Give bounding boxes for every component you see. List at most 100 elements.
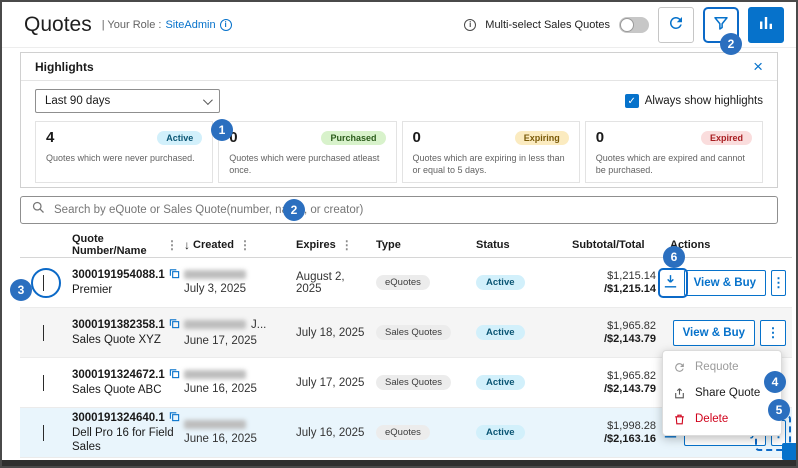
role-info-icon[interactable] [220, 19, 232, 31]
quote-type-badge: Sales Quotes [376, 325, 451, 340]
requote-icon [673, 361, 687, 374]
close-icon[interactable] [753, 58, 763, 75]
role-info: | Your Role : SiteAdmin [102, 19, 232, 31]
view-buy-button[interactable]: View & Buy [673, 320, 755, 346]
quotes-page: Quotes | Your Role : SiteAdmin Multi-sel… [0, 0, 798, 468]
expires-date: August 2, 2025 [296, 271, 345, 295]
page-header: Quotes | Your Role : SiteAdmin Multi-sel… [2, 2, 796, 48]
checkbox-checked-icon[interactable] [625, 94, 639, 108]
column-menu-icon[interactable] [166, 238, 178, 252]
chevron-down-icon [203, 95, 213, 105]
role-prefix: | Your Role : [102, 19, 162, 31]
column-menu-icon[interactable] [341, 238, 353, 252]
view-buy-button[interactable]: View & Buy [684, 270, 766, 296]
redacted-creator [184, 270, 246, 279]
expires-date: July 17, 2025 [296, 377, 364, 389]
chart-view-button[interactable] [748, 7, 784, 43]
highlight-card-purchased: 0 Purchased Quotes which were purchased … [218, 121, 396, 183]
column-header-type: Type [376, 239, 401, 251]
sort-desc-icon[interactable] [184, 238, 190, 252]
column-header-subtotal: Subtotal/Total [572, 239, 645, 251]
callout-2-search: 2 [283, 199, 305, 221]
total-value: /$2,163.16 [572, 433, 656, 445]
refresh-button[interactable] [658, 7, 694, 43]
menu-item-label: Requote [695, 361, 738, 373]
status-badge: Active [476, 275, 525, 290]
subtotal-value: $1,998.28 [572, 420, 656, 432]
toggle-knob [620, 18, 634, 32]
quote-type-badge: eQuotes [376, 425, 430, 440]
search-input[interactable] [54, 204, 767, 216]
status-badge-purchased: Purchased [321, 131, 385, 145]
filter-icon [712, 14, 730, 35]
bottom-frame-bar [2, 460, 796, 466]
subtotal-value: $1,215.14 [572, 270, 656, 282]
multiselect-info-icon[interactable] [464, 19, 476, 31]
period-dropdown[interactable]: Last 90 days [35, 89, 220, 113]
download-button[interactable] [662, 273, 679, 293]
card-description: Quotes which were purchased atleast once… [229, 152, 385, 176]
scroll-button[interactable] [782, 443, 796, 460]
copy-icon[interactable] [169, 411, 180, 425]
highlight-card-expiring: 0 Expiring Quotes which are expiring in … [402, 121, 580, 183]
created-date: July 3, 2025 [184, 283, 290, 295]
menu-item-label: Share Quote [695, 387, 760, 399]
multiselect-label: Multi-select Sales Quotes [485, 19, 610, 31]
status-badge-expired: Expired [701, 131, 752, 145]
total-value: /$2,143.79 [572, 333, 656, 345]
multiselect-toggle[interactable] [619, 17, 649, 33]
search-bar [20, 196, 778, 224]
expand-chevron[interactable] [37, 269, 50, 296]
always-show-highlights[interactable]: Always show highlights [625, 94, 763, 108]
menu-item-delete[interactable]: Delete [663, 406, 781, 432]
total-value: /$1,215.14 [572, 283, 656, 295]
card-description: Quotes which are expiring in less than o… [413, 152, 569, 176]
quote-number: 3000191954088.1 [72, 269, 165, 281]
callout-5: 5 [768, 399, 790, 421]
copy-icon[interactable] [169, 318, 180, 332]
column-menu-icon[interactable] [239, 238, 251, 252]
card-count: 0 [413, 129, 421, 146]
callout-4: 4 [764, 371, 786, 393]
callout-6: 6 [663, 246, 685, 268]
expand-chevron[interactable] [37, 369, 50, 396]
row-actions-kebab[interactable] [771, 270, 786, 296]
chevron-down-icon [43, 375, 44, 391]
quote-number: 3000191324672.1 [72, 369, 165, 381]
bar-chart-icon [757, 14, 775, 35]
subtotal-value: $1,965.82 [572, 320, 656, 332]
copy-icon[interactable] [169, 368, 180, 382]
card-count: 0 [596, 129, 604, 146]
search-icon [31, 200, 46, 220]
menu-item-requote[interactable]: Requote [663, 354, 781, 380]
created-date: June 16, 2025 [184, 383, 290, 395]
always-show-label: Always show highlights [645, 95, 763, 107]
highlights-controls: Last 90 days Always show highlights [21, 81, 777, 113]
subtotal-value: $1,965.82 [572, 370, 656, 382]
quote-type-badge: Sales Quotes [376, 375, 451, 390]
expand-chevron[interactable] [37, 419, 50, 446]
trash-icon [673, 413, 687, 426]
chevron-down-icon [43, 275, 44, 291]
chevron-down-icon [43, 425, 44, 441]
page-title: Quotes [24, 13, 92, 37]
period-value: Last 90 days [45, 95, 110, 107]
role-value-link[interactable]: SiteAdmin [165, 19, 215, 31]
created-date: June 17, 2025 [184, 335, 290, 347]
quote-number: 3000191324640.1 [72, 412, 165, 424]
status-badge: Active [476, 425, 525, 440]
row-actions-kebab[interactable] [760, 320, 786, 346]
card-count: 4 [46, 129, 54, 146]
highlights-header: Highlights [21, 53, 777, 81]
status-badge: Active [476, 375, 525, 390]
quote-actions-menu: Requote Share Quote Delete [662, 350, 782, 436]
quote-name: Premier [72, 284, 178, 298]
copy-icon[interactable] [169, 268, 180, 282]
redacted-creator [184, 420, 246, 429]
refresh-icon [667, 14, 685, 35]
creator-suffix: J... [251, 319, 266, 331]
quote-name: Sales Quote ABC [72, 384, 178, 398]
expand-chevron[interactable] [37, 319, 50, 346]
column-header-created: Created [193, 239, 234, 251]
download-icon [662, 273, 679, 293]
